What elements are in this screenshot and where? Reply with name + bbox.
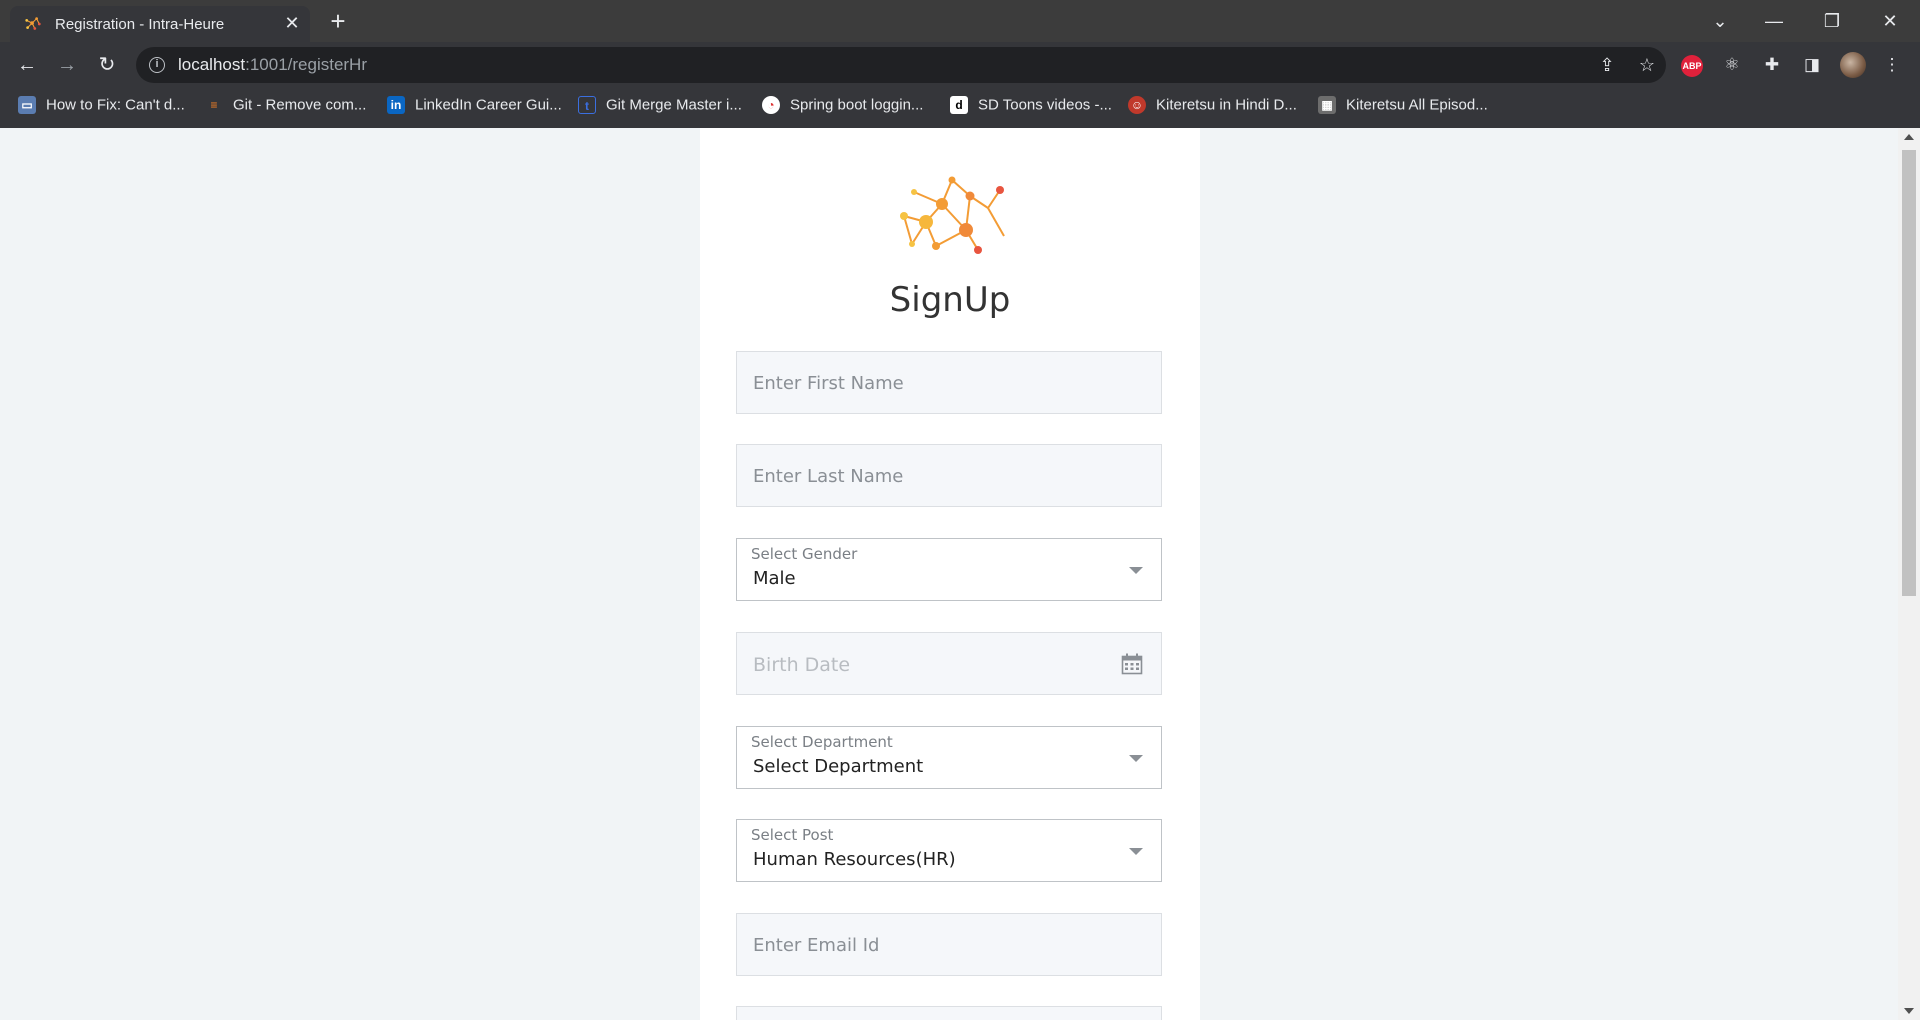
first-name-placeholder: Enter First Name: [753, 373, 904, 394]
signup-card: SignUp Enter First Name Enter Last Name …: [700, 128, 1200, 1020]
t-site-icon: t: [578, 96, 596, 115]
kiteretsu-icon: ☺: [1128, 96, 1146, 115]
post-value: Human Resources(HR): [753, 849, 956, 870]
post-label: Select Post: [751, 826, 834, 844]
address-bar[interactable]: i localhost:1001/registerHr ⇪ ☆: [136, 47, 1666, 83]
app-logo-favicon-icon: [25, 17, 41, 30]
adblock-plus-icon[interactable]: ABP: [1681, 55, 1703, 77]
email-input[interactable]: Enter Email Id: [736, 913, 1162, 976]
reload-icon[interactable]: ↻: [92, 51, 122, 79]
laptop-icon: ▭: [18, 96, 36, 115]
first-name-input[interactable]: Enter First Name: [736, 351, 1162, 414]
post-select[interactable]: Select Post Human Resources(HR): [736, 819, 1162, 882]
tab-title: Registration - Intra-Heure: [55, 16, 225, 33]
back-icon[interactable]: ←: [12, 51, 42, 79]
bookmark-item[interactable]: ▭ How to Fix: Can't d...: [18, 96, 185, 120]
bookmark-item[interactable]: t Git Merge Master i...: [578, 96, 742, 120]
bookmark-star-icon[interactable]: ☆: [1636, 54, 1658, 76]
tab-strip: Registration - Intra-Heure ✕ + ⌄ — ❐ ✕: [0, 0, 1920, 42]
bookmark-item[interactable]: d SD Toons videos -...: [950, 96, 1112, 120]
linkedin-icon: in: [387, 96, 405, 115]
active-tab[interactable]: Registration - Intra-Heure ✕: [10, 6, 310, 42]
email-placeholder: Enter Email Id: [753, 935, 880, 956]
side-panel-icon[interactable]: ◨: [1798, 51, 1826, 79]
birth-date-input[interactable]: Birth Date: [736, 632, 1162, 695]
restore-icon[interactable]: ❐: [1812, 7, 1852, 35]
bookmarks-bar: ▭ How to Fix: Can't d... ≡ Git - Remove co…: [0, 88, 1920, 128]
bookmark-item[interactable]: ☺ Kiteretsu in Hindi D...: [1128, 96, 1297, 120]
next-input-partial[interactable]: [736, 1006, 1162, 1020]
department-value: Select Department: [753, 756, 924, 777]
scrollbar-thumb[interactable]: [1902, 150, 1916, 596]
forward-icon[interactable]: →: [52, 51, 82, 79]
browser-toolbar: ← → ↻ i localhost:1001/registerHr ⇪ ☆ AB…: [0, 42, 1920, 88]
caret-down-icon: [1129, 848, 1143, 855]
scroll-down-icon[interactable]: [1904, 1008, 1914, 1014]
bookmark-item[interactable]: ◔ Spring boot loggin...: [762, 96, 923, 120]
calendar-icon[interactable]: [1121, 653, 1143, 675]
page-title: SignUp: [889, 280, 1011, 320]
new-tab-icon[interactable]: +: [325, 6, 351, 37]
gender-value: Male: [753, 568, 796, 589]
kiteretsu-grid-icon: ▦: [1318, 96, 1336, 115]
tab-search-chevron-icon[interactable]: ⌄: [1700, 7, 1740, 35]
gender-select[interactable]: Select Gender Male: [736, 538, 1162, 601]
page-viewport: SignUp Enter First Name Enter Last Name …: [0, 128, 1920, 1020]
profile-avatar[interactable]: [1840, 52, 1866, 78]
menu-kebab-icon[interactable]: ⋮: [1878, 51, 1906, 79]
url-text[interactable]: localhost:1001/registerHr: [178, 55, 367, 75]
app-logo-icon: [900, 176, 1005, 254]
birth-date-placeholder: Birth Date: [753, 654, 851, 676]
react-devtools-icon[interactable]: ⚛: [1718, 51, 1746, 79]
gender-label: Select Gender: [751, 545, 858, 563]
caret-down-icon: [1129, 755, 1143, 762]
spring-icon: ◔: [762, 96, 780, 115]
share-icon[interactable]: ⇪: [1596, 54, 1618, 76]
scroll-up-icon[interactable]: [1904, 134, 1914, 140]
bookmark-item[interactable]: ≡ Git - Remove com...: [205, 96, 366, 120]
site-info-icon[interactable]: i: [149, 57, 165, 73]
bookmark-item[interactable]: ▦ Kiteretsu All Episod...: [1318, 96, 1488, 120]
extensions-puzzle-icon[interactable]: ✚: [1758, 51, 1786, 79]
tab-close-icon[interactable]: ✕: [282, 13, 302, 34]
caret-down-icon: [1129, 567, 1143, 574]
stack-overflow-icon: ≡: [210, 98, 218, 113]
last-name-placeholder: Enter Last Name: [753, 466, 904, 487]
last-name-input[interactable]: Enter Last Name: [736, 444, 1162, 507]
minimize-icon[interactable]: —: [1754, 7, 1794, 35]
page-scrollbar[interactable]: [1898, 128, 1920, 1020]
department-select[interactable]: Select Department Select Department: [736, 726, 1162, 789]
dailymotion-icon: d: [950, 96, 968, 115]
bookmark-item[interactable]: in LinkedIn Career Gui...: [387, 96, 562, 120]
department-label: Select Department: [751, 733, 893, 751]
close-window-icon[interactable]: ✕: [1870, 7, 1910, 35]
